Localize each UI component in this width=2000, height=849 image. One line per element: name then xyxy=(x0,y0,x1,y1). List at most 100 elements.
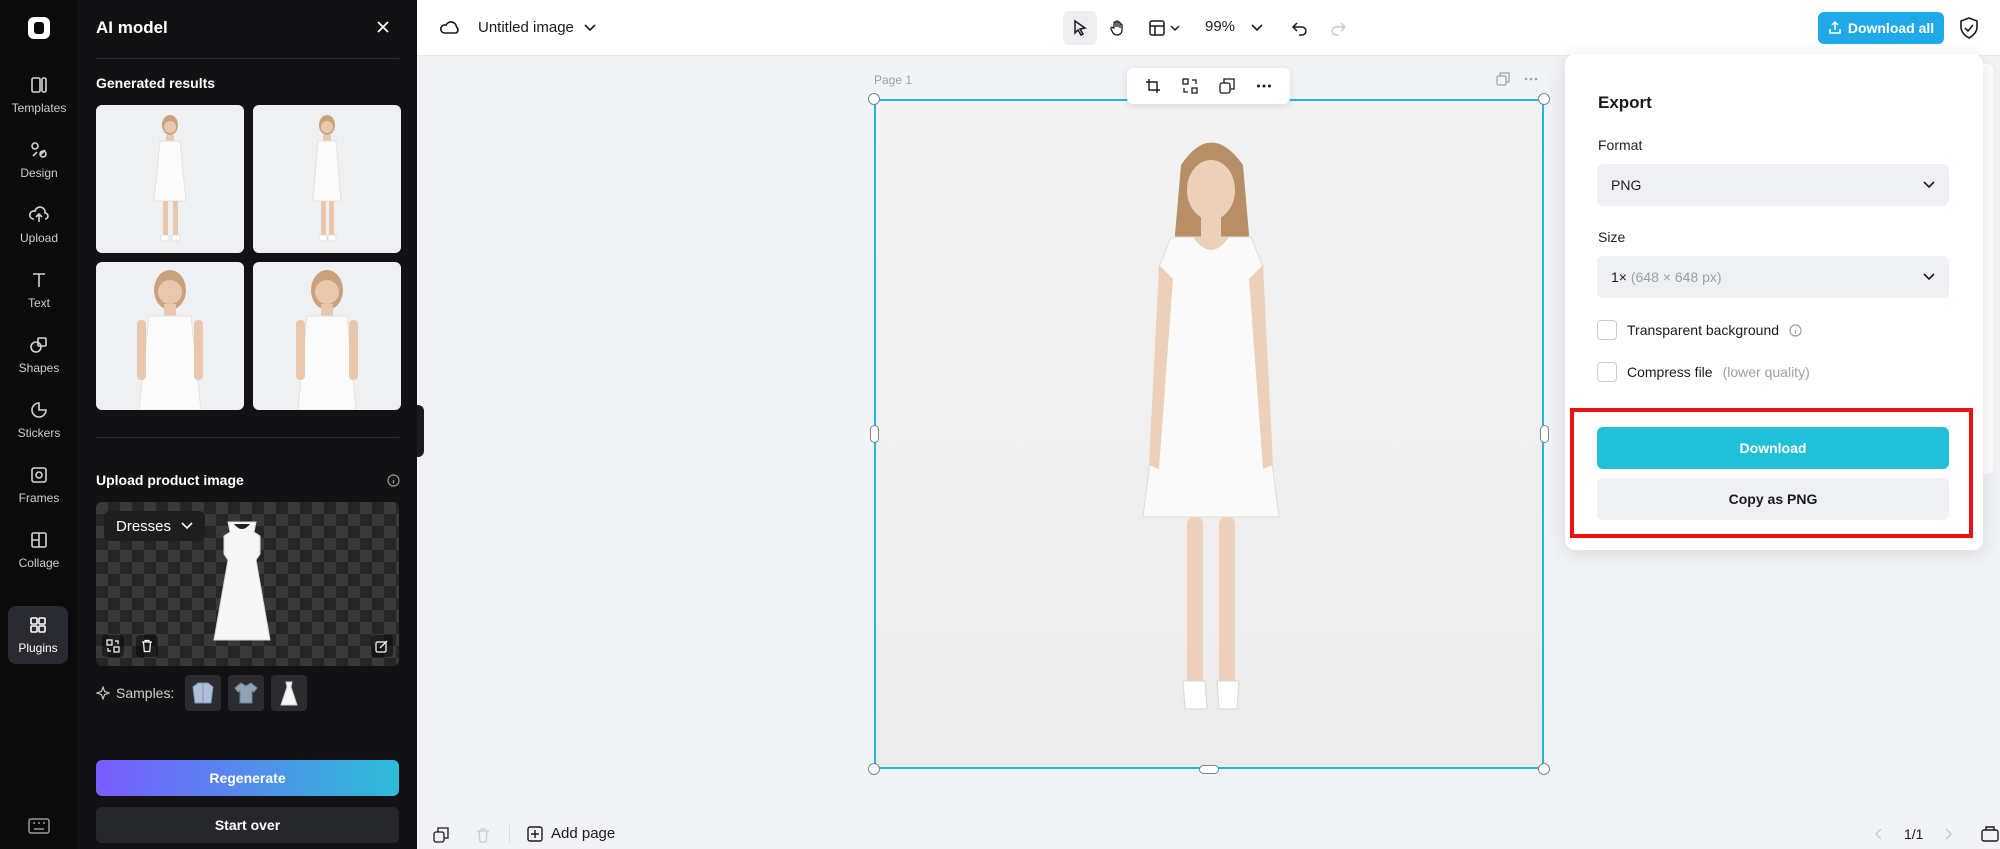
pointer-icon xyxy=(1074,19,1087,36)
keyboard-shortcuts-icon[interactable] xyxy=(28,818,50,834)
info-icon[interactable] xyxy=(1789,323,1802,337)
size-detail: (648 × 648 px) xyxy=(1630,269,1722,285)
rail-label: Frames xyxy=(18,491,60,505)
chevron-down-icon xyxy=(1923,273,1935,281)
rail-label: Shapes xyxy=(18,361,60,375)
divider xyxy=(509,825,510,843)
rail-label: Plugins xyxy=(18,641,58,655)
rail-item-collage[interactable]: Collage xyxy=(0,521,78,579)
rail-item-text[interactable]: Text xyxy=(0,261,78,319)
dress-product-image xyxy=(213,521,271,641)
page-label: Page 1 xyxy=(874,73,913,87)
samples-text: Samples: xyxy=(116,685,175,701)
rail-item-plugins[interactable]: Plugins xyxy=(8,606,68,664)
trash-icon[interactable] xyxy=(475,827,491,843)
compress-file-option[interactable]: Compress file (lower quality) xyxy=(1597,362,1810,382)
hand-icon xyxy=(1110,20,1123,36)
app-logo-icon[interactable] xyxy=(28,17,50,39)
transparent-background-option[interactable]: Transparent background xyxy=(1597,320,1802,340)
generated-result-thumb[interactable] xyxy=(96,105,244,253)
sparkle-icon xyxy=(96,686,110,700)
undo-icon[interactable] xyxy=(1291,19,1309,37)
redo-icon[interactable] xyxy=(1329,19,1347,37)
swap-icon xyxy=(106,639,120,653)
size-value: 1× xyxy=(1611,269,1627,285)
more-options-icon[interactable] xyxy=(1256,78,1272,94)
shield-check-icon[interactable] xyxy=(1959,17,1979,39)
category-dropdown[interactable]: Dresses xyxy=(104,511,206,541)
format-select[interactable]: PNG xyxy=(1597,164,1949,206)
panel-title: AI model xyxy=(96,18,168,37)
rail-item-frames[interactable]: Frames xyxy=(0,456,78,514)
generated-result-thumb[interactable] xyxy=(253,262,401,410)
compress-file-checkbox[interactable] xyxy=(1597,362,1617,382)
zoom-chevron-down-icon[interactable] xyxy=(1251,24,1263,32)
document-title[interactable]: Untitled image xyxy=(478,19,596,36)
model-image xyxy=(312,115,342,242)
start-over-button[interactable]: Start over xyxy=(96,807,399,843)
generated-result-thumb[interactable] xyxy=(253,105,401,253)
rail-item-shapes[interactable]: Shapes xyxy=(0,326,78,384)
chevron-down-icon xyxy=(1170,24,1180,31)
compress-file-note: (lower quality) xyxy=(1722,364,1810,380)
rail-item-design[interactable]: Design xyxy=(0,131,78,189)
edit-image-button[interactable] xyxy=(371,635,393,657)
replace-icon[interactable] xyxy=(1182,78,1198,94)
next-page-icon[interactable] xyxy=(1945,828,1953,840)
resize-handle-bottom[interactable] xyxy=(1199,765,1219,774)
pager: 1/1 xyxy=(1874,826,2000,842)
pages-panel-icon[interactable] xyxy=(1981,826,2000,842)
rail-label: Design xyxy=(20,166,58,180)
sample-dress[interactable] xyxy=(271,675,307,711)
prev-page-icon[interactable] xyxy=(1874,828,1882,840)
duplicate-icon[interactable] xyxy=(1219,78,1235,94)
download-all-label: Download all xyxy=(1847,20,1935,36)
panel-collapse-handle[interactable] xyxy=(417,405,424,457)
size-select[interactable]: 1× (648 × 648 px) xyxy=(1597,256,1949,298)
replace-image-button[interactable] xyxy=(102,635,124,657)
rail-label: Stickers xyxy=(17,426,61,440)
add-page-button[interactable]: Add page xyxy=(527,825,615,842)
regenerate-button[interactable]: Regenerate xyxy=(96,760,399,796)
info-icon[interactable] xyxy=(387,474,400,487)
generated-result-thumb[interactable] xyxy=(96,262,244,410)
rail-label: Text xyxy=(27,296,50,310)
shapes-icon xyxy=(29,335,49,355)
rail-item-upload[interactable]: Upload xyxy=(0,196,78,254)
left-rail: Templates Design Upload Text Shapes Stic… xyxy=(0,0,78,849)
upload-icon xyxy=(29,205,49,225)
duplicate-page-icon[interactable] xyxy=(433,827,449,843)
sample-jacket[interactable] xyxy=(185,675,221,711)
generated-results-heading: Generated results xyxy=(96,75,216,91)
canvas-artboard[interactable] xyxy=(874,99,1544,769)
transparent-background-checkbox[interactable] xyxy=(1597,320,1617,340)
zoom-level[interactable]: 99% xyxy=(1205,18,1235,35)
sample-tshirt[interactable] xyxy=(228,675,264,711)
more-icon[interactable] xyxy=(1524,72,1538,86)
model-image xyxy=(296,270,358,410)
resize-handle-bottom-left[interactable] xyxy=(868,763,880,775)
cloud-sync-icon[interactable] xyxy=(439,18,461,38)
rail-item-stickers[interactable]: Stickers xyxy=(0,391,78,449)
model-image xyxy=(153,115,187,242)
resize-handle-top-left[interactable] xyxy=(868,93,880,105)
close-icon[interactable] xyxy=(374,18,392,36)
delete-image-button[interactable] xyxy=(136,635,158,657)
highlight-box xyxy=(1570,408,1973,538)
select-tool-button[interactable] xyxy=(1063,11,1097,45)
hand-tool-button[interactable] xyxy=(1101,11,1135,45)
layout-menu-button[interactable] xyxy=(1143,11,1185,45)
product-image-dropzone[interactable]: Dresses xyxy=(96,502,399,666)
resize-handle-top-right[interactable] xyxy=(1538,93,1550,105)
resize-handle-right[interactable] xyxy=(1540,425,1549,443)
resize-handle-left[interactable] xyxy=(870,425,879,443)
divider xyxy=(96,58,399,59)
rail-item-templates[interactable]: Templates xyxy=(0,66,78,124)
export-icon xyxy=(1829,21,1841,34)
format-label: Format xyxy=(1598,137,1643,153)
trash-icon xyxy=(142,639,152,653)
resize-handle-bottom-right[interactable] xyxy=(1538,763,1550,775)
download-all-button[interactable]: Download all xyxy=(1818,12,1944,44)
duplicate-page-icon[interactable] xyxy=(1496,72,1510,86)
crop-icon[interactable] xyxy=(1145,78,1161,94)
